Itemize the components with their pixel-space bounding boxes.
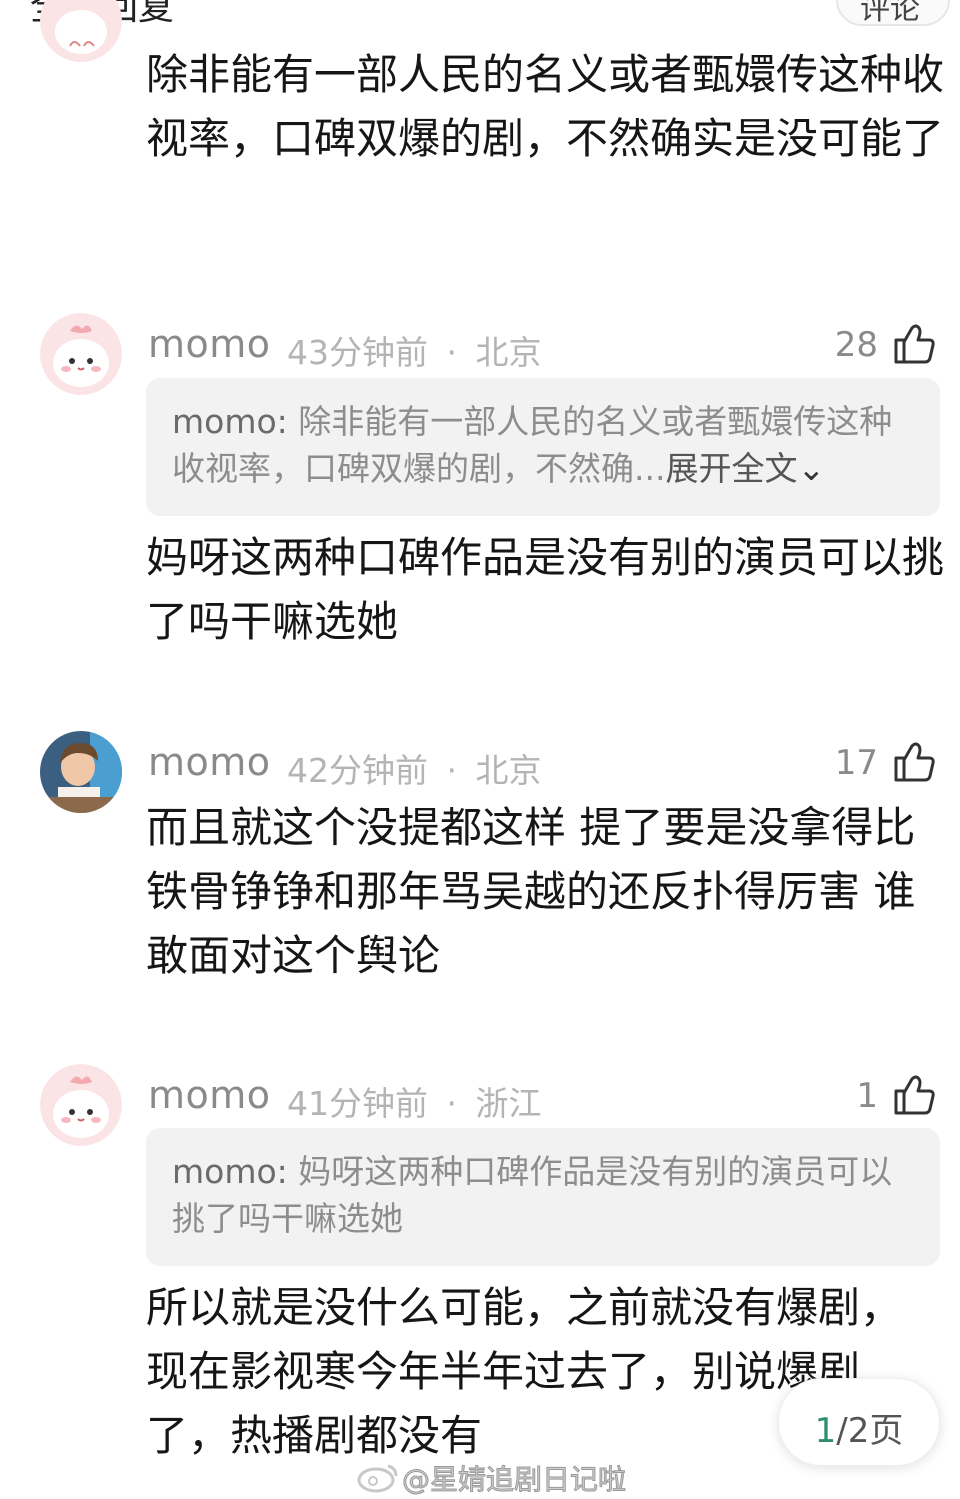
username[interactable]: momo (148, 322, 271, 366)
like-count: 1 (856, 1076, 878, 1116)
header-button-label: 评论 (860, 0, 920, 27)
username[interactable]: momo (148, 740, 271, 784)
location: 浙江 (475, 1084, 542, 1123)
comment-time: 42分钟前 · 北京 (287, 744, 542, 792)
quoted-reply[interactable]: momo: 除非能有一部人民的名义或者甄嬛传这种收视率，口碑双爆的剧，不然确..… (146, 378, 940, 516)
quote-user: momo: (172, 1152, 288, 1191)
pig-avatar-icon (40, 313, 122, 395)
watermark-text: @星婧追剧日记啦 (401, 1463, 627, 1497)
thumbs-up-icon[interactable] (890, 1071, 936, 1117)
location: 北京 (475, 751, 542, 790)
separator: · (446, 1084, 458, 1123)
page-indicator-button[interactable]: 1/2页 (778, 1378, 940, 1466)
page-current: 1 (814, 1411, 837, 1451)
quote-text: momo: 妈呀这两种口碑作品是没有别的演员可以挑了吗干嘛选她 (172, 1148, 902, 1242)
username[interactable]: momo (148, 1073, 271, 1117)
avatar[interactable] (40, 0, 122, 62)
header-button[interactable]: 评论 (836, 0, 950, 27)
comment-body: 除非能有一部人民的名义或者甄嬛传这种收视率，口碑双爆的剧，不然确实是没可能了 (146, 50, 945, 163)
avatar[interactable] (40, 731, 122, 813)
comment-time: 43分钟前 · 北京 (287, 326, 542, 374)
comment-body: 而且就这个没提都这样 提了要是没拿得比铁骨铮铮和那年骂吴越的还反扑得厉害 谁敢面… (146, 803, 916, 980)
comment-time: 41分钟前 · 浙江 (287, 1077, 542, 1125)
page-total: /2页 (836, 1411, 904, 1451)
expand-link[interactable]: 展开全文 (665, 449, 797, 488)
avatar[interactable] (40, 313, 122, 395)
child-photo-avatar-icon (40, 731, 122, 813)
comment-body: 妈呀这两种口碑作品是没有别的演员可以挑了吗干嘛选她 (146, 533, 945, 646)
pig-avatar-icon (40, 1064, 122, 1146)
quote-user: momo: (172, 402, 288, 441)
thumbs-up-icon[interactable] (890, 320, 936, 366)
location: 北京 (475, 333, 542, 372)
chevron-down-icon[interactable]: ⌄ (797, 449, 825, 488)
pig-avatar-icon (40, 0, 122, 62)
weibo-logo-icon (357, 1464, 398, 1493)
thumbs-up-icon[interactable] (890, 738, 936, 784)
like-count: 28 (834, 325, 878, 365)
avatar[interactable] (40, 1064, 122, 1146)
time: 41分钟前 (287, 1084, 428, 1123)
quote-text: momo: 除非能有一部人民的名义或者甄嬛传这种收视率，口碑双爆的剧，不然确..… (172, 398, 902, 492)
like-count: 17 (834, 743, 878, 783)
time: 42分钟前 (287, 751, 428, 790)
separator: · (446, 751, 458, 790)
time: 43分钟前 (287, 333, 428, 372)
quoted-reply[interactable]: momo: 妈呀这两种口碑作品是没有别的演员可以挑了吗干嘛选她 (146, 1128, 940, 1266)
separator: · (446, 333, 458, 372)
